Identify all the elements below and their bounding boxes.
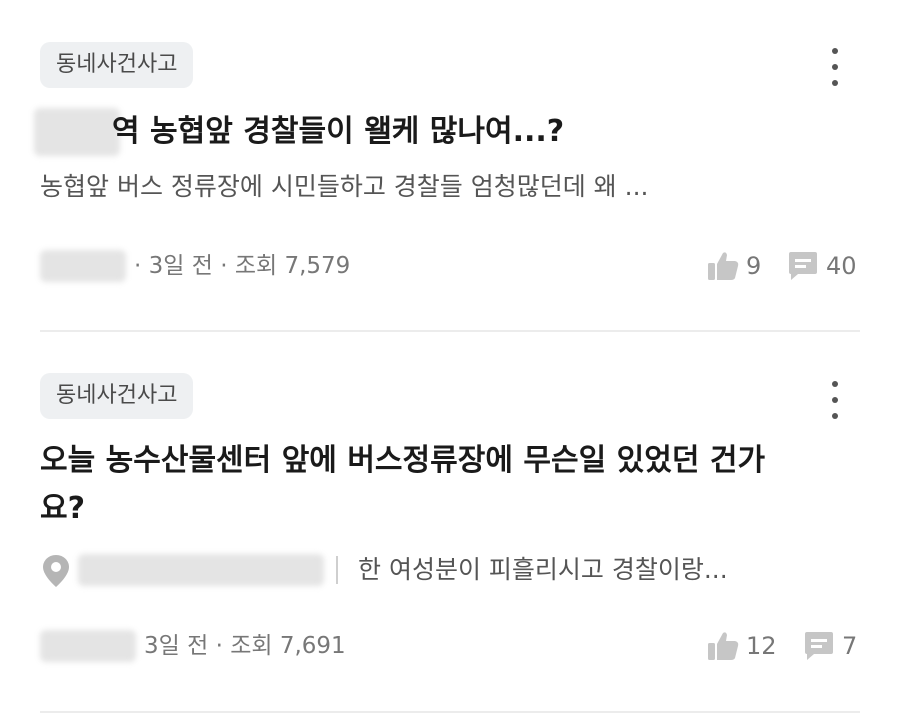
blurred-location [78, 554, 324, 586]
post-title[interactable]: 오늘 농수산물센터 앞에 버스정류장에 무슨일 있었던 건가요? [40, 437, 810, 533]
blurred-author [40, 250, 126, 282]
thumbs-up-icon [708, 252, 739, 280]
post-meta-text: · 3일 전 · 조회 7,579 [134, 253, 351, 279]
comment-icon [789, 252, 817, 280]
comment-icon [805, 632, 833, 660]
post-meta: · 3일 전 · 조회 7,579 9 40 [40, 246, 860, 286]
more-options-icon[interactable] [822, 377, 848, 423]
post-meta-text: 3일 전 · 조회 7,691 [144, 633, 346, 659]
post-title[interactable]: 역 농협앞 경찰들이 왤케 많나여...? [112, 108, 852, 156]
divider [40, 330, 860, 332]
post-card[interactable]: 동네사건사고 오늘 농수산물센터 앞에 버스정류장에 무슨일 있었던 건가요? … [0, 333, 900, 713]
separator [336, 556, 338, 584]
like-count[interactable]: 9 [706, 246, 761, 286]
divider [40, 711, 860, 713]
like-count[interactable]: 12 [706, 626, 777, 666]
post-card[interactable]: 동네사건사고 역 농협앞 경찰들이 왤케 많나여...? 농협앞 버스 정류장에… [0, 0, 900, 333]
post-preview[interactable]: 한 여성분이 피흘리시고 경찰이랑... [358, 550, 728, 590]
post-meta: 3일 전 · 조회 7,691 12 7 [40, 626, 860, 666]
location-pin-icon [43, 555, 69, 587]
location-row: 한 여성분이 피흘리시고 경찰이랑... [40, 550, 860, 590]
comment-count[interactable]: 40 [786, 246, 857, 286]
thumbs-up-icon [708, 632, 739, 660]
more-options-icon[interactable] [822, 44, 848, 90]
category-tag[interactable]: 동네사건사고 [40, 42, 194, 88]
blurred-location [34, 108, 120, 156]
post-preview[interactable]: 농협앞 버스 정류장에 시민들하고 경찰들 엄청많던데 왜 ... [40, 170, 840, 204]
comment-count[interactable]: 7 [802, 626, 857, 666]
blurred-author [40, 630, 136, 662]
category-tag[interactable]: 동네사건사고 [40, 373, 194, 419]
